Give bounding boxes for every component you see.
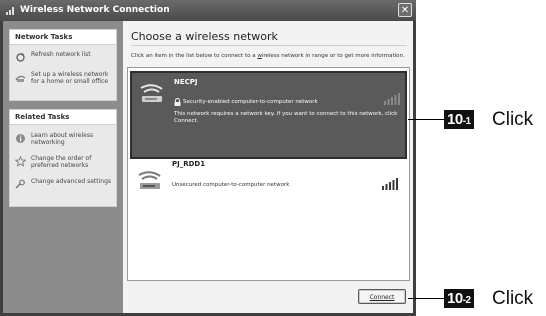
callout-step-sub: -2 — [462, 295, 471, 306]
window-title: Wireless Network Connection — [20, 5, 170, 15]
title-bar: Wireless Network Connection ✕ — [0, 0, 416, 21]
network-list[interactable]: NECPJ Security-enabled computer-to-compu… — [127, 67, 410, 281]
callout-step-sub: -1 — [462, 116, 471, 127]
network-name: NECPJ — [174, 78, 198, 86]
learn-wireless-label: Learn about wireless networking — [31, 132, 94, 146]
change-advanced-settings-link[interactable]: Change advanced settings — [10, 175, 116, 189]
wireless-network-icon — [138, 171, 161, 189]
signal-strength-icon — [382, 178, 398, 190]
callout-step-number: 10 — [447, 290, 463, 307]
wireless-network-window: Wireless Network Connection ✕ Network Ta… — [0, 0, 416, 316]
callout-step-badge-1: 10-1 — [444, 110, 474, 129]
refresh-network-list-link[interactable]: Refresh network list — [10, 48, 116, 62]
instructions-text: Click an item in the list below to conne… — [131, 53, 407, 60]
wireless-network-icon — [140, 84, 163, 102]
learn-wireless-link[interactable]: Learn about wireless networking — [10, 129, 116, 149]
network-name: PJ_RDD1 — [172, 160, 206, 168]
network-security-status: Security-enabled computer-to-computer ne… — [183, 99, 318, 105]
callout-leader-line-1 — [408, 119, 444, 120]
wireless-app-icon — [6, 7, 14, 15]
network-item-pj-rdd1[interactable]: PJ_RDD1 Unsecured computer-to-computer n… — [130, 160, 407, 198]
callout-step-badge-2: 10-2 — [444, 289, 474, 308]
setup-wireless-network-link[interactable]: Set up a wireless network for a home or … — [10, 68, 116, 88]
change-advanced-settings-label: Change advanced settings — [31, 178, 112, 185]
main-content: Choose a wireless network Click an item … — [123, 21, 413, 313]
connect-button[interactable]: Connect — [358, 289, 406, 304]
related-tasks-panel: Related Tasks Learn about wireless netwo… — [9, 109, 117, 207]
callout-step-number: 10 — [447, 111, 463, 128]
network-tasks-header: Network Tasks — [10, 30, 116, 45]
sidebar: Network Tasks Refresh network list Set u… — [3, 21, 123, 313]
network-item-necpj[interactable]: NECPJ Security-enabled computer-to-compu… — [130, 71, 407, 159]
close-button[interactable]: ✕ — [398, 3, 412, 17]
callout-click-text-1: Click — [492, 109, 534, 130]
callout-leader-line-2 — [408, 298, 444, 299]
instructions-part-2: ireless network in range or to get more … — [261, 53, 405, 59]
heading-divider — [131, 45, 407, 46]
callout-click-text-2: Click — [492, 288, 534, 309]
lock-icon — [174, 98, 181, 106]
star-icon — [15, 156, 26, 167]
window-client-area: Network Tasks Refresh network list Set u… — [3, 21, 413, 313]
related-tasks-header: Related Tasks — [10, 110, 116, 125]
close-icon: ✕ — [400, 5, 410, 16]
network-security-status: Unsecured computer-to-computer network — [172, 182, 290, 188]
refresh-icon — [16, 53, 25, 62]
setup-wireless-network-label: Set up a wireless network for a home or … — [31, 71, 109, 85]
info-icon — [16, 134, 25, 143]
signal-strength-icon — [384, 93, 400, 105]
change-preferred-order-link[interactable]: Change the order of preferred networks — [10, 152, 116, 172]
change-preferred-order-label: Change the order of preferred networks — [31, 155, 92, 169]
settings-icon — [15, 179, 25, 189]
network-tasks-panel: Network Tasks Refresh network list Set u… — [9, 29, 117, 101]
refresh-network-list-label: Refresh network list — [31, 51, 91, 58]
instructions-part-1: Click an item in the list below to conne… — [131, 53, 258, 59]
network-description: This network requires a network key. If … — [174, 111, 398, 124]
setup-network-icon — [15, 75, 26, 82]
page-title: Choose a wireless network — [131, 30, 278, 43]
